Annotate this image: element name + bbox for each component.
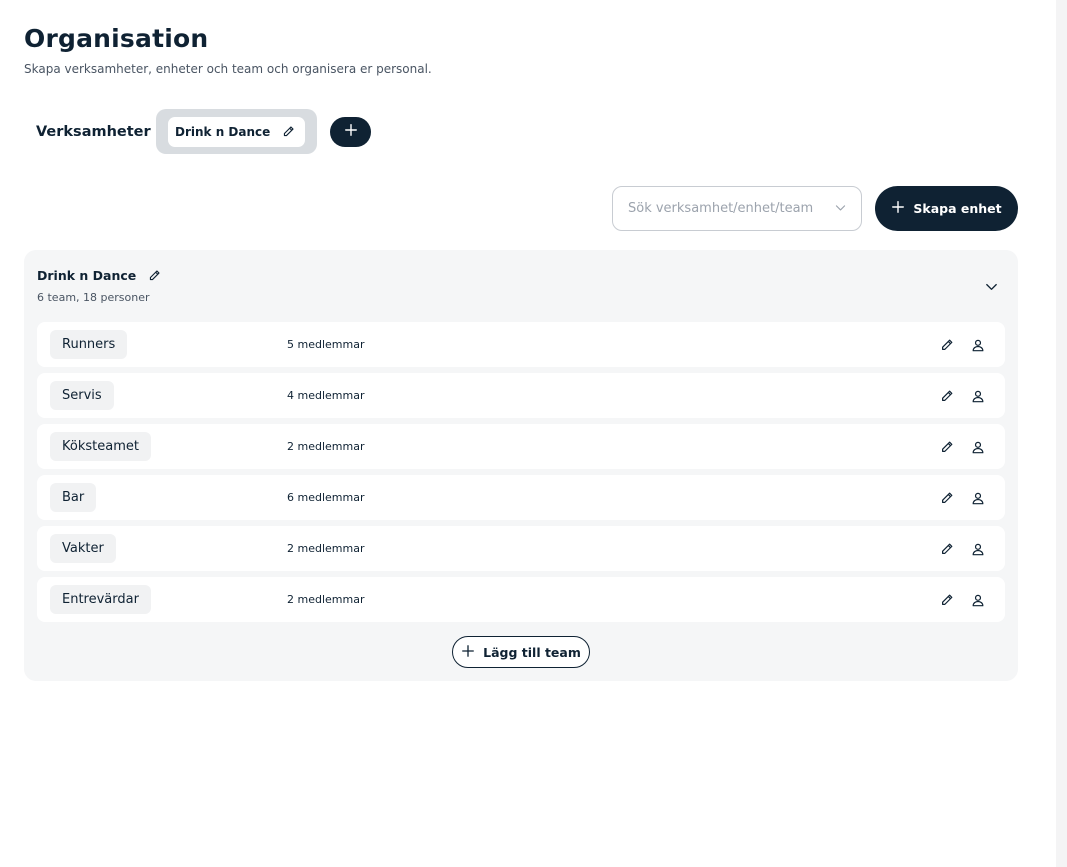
- team-row: Servis 4 medlemmar: [37, 373, 1005, 418]
- team-member-count: 2 medlemmar: [287, 542, 365, 555]
- user-icon[interactable]: [971, 593, 985, 607]
- user-icon[interactable]: [971, 542, 985, 556]
- toolbar: Sök verksamhet/enhet/team Skapa enhet: [612, 186, 1018, 231]
- team-actions: [940, 389, 985, 403]
- business-tabs: Drink n Dance: [156, 109, 318, 154]
- user-icon[interactable]: [971, 338, 985, 352]
- team-name: Runners: [50, 330, 128, 359]
- create-unit-button[interactable]: Skapa enhet: [875, 186, 1018, 231]
- team-member-count: 2 medlemmar: [287, 593, 365, 606]
- add-team-button[interactable]: Lägg till team: [452, 636, 590, 668]
- chevron-down-icon[interactable]: [982, 277, 1000, 295]
- businesses-row: Verksamheter Drink n Dance: [24, 109, 372, 154]
- scrollbar[interactable]: [1056, 0, 1067, 867]
- team-member-count: 2 medlemmar: [287, 440, 365, 453]
- team-row: Runners 5 medlemmar: [37, 322, 1005, 367]
- unit-card: Drink n Dance 6 team, 18 personer Runner…: [24, 250, 1018, 681]
- team-actions: [940, 491, 985, 505]
- team-row: Entrevärdar 2 medlemmar: [37, 577, 1005, 622]
- search-placeholder: Sök verksamhet/enhet/team: [628, 201, 814, 216]
- pencil-icon[interactable]: [940, 593, 954, 607]
- business-tab-label: Drink n Dance: [175, 124, 271, 139]
- team-name: Bar: [50, 483, 97, 512]
- create-unit-label: Skapa enhet: [913, 201, 1002, 216]
- pencil-icon[interactable]: [940, 491, 954, 505]
- pencil-icon[interactable]: [940, 338, 954, 352]
- team-row: Vakter 2 medlemmar: [37, 526, 1005, 571]
- team-name: Servis: [50, 381, 114, 410]
- pencil-icon[interactable]: [148, 269, 161, 282]
- team-member-count: 4 medlemmar: [287, 389, 365, 402]
- search-select[interactable]: Sök verksamhet/enhet/team: [612, 186, 862, 231]
- page-subtitle: Skapa verksamheter, enheter och team och…: [24, 62, 432, 76]
- add-business-button[interactable]: [330, 116, 372, 147]
- pencil-icon[interactable]: [940, 440, 954, 454]
- unit-meta: 6 team, 18 personer: [37, 291, 150, 304]
- team-name: Köksteamet: [50, 432, 151, 461]
- team-row: Bar 6 medlemmar: [37, 475, 1005, 520]
- unit-header: Drink n Dance 6 team, 18 personer: [37, 268, 161, 304]
- add-team-label: Lägg till team: [483, 644, 581, 660]
- team-actions: [940, 593, 985, 607]
- pencil-icon[interactable]: [940, 389, 954, 403]
- user-icon[interactable]: [971, 440, 985, 454]
- team-name: Vakter: [50, 534, 116, 563]
- chevron-down-icon: [834, 199, 847, 218]
- user-icon[interactable]: [971, 389, 985, 403]
- team-row: Köksteamet 2 medlemmar: [37, 424, 1005, 469]
- unit-name-row: Drink n Dance: [37, 268, 161, 283]
- unit-name: Drink n Dance: [37, 268, 137, 283]
- team-actions: [940, 542, 985, 556]
- plus-icon: [344, 122, 358, 141]
- team-name: Entrevärdar: [50, 585, 151, 614]
- pencil-icon[interactable]: [940, 542, 954, 556]
- team-list: Runners 5 medlemmar Servis 4 medlemmar K…: [37, 322, 1005, 628]
- plus-icon: [891, 199, 905, 218]
- businesses-label: Verksamheter: [36, 123, 151, 140]
- team-member-count: 6 medlemmar: [287, 491, 365, 504]
- team-actions: [940, 440, 985, 454]
- user-icon[interactable]: [971, 491, 985, 505]
- plus-icon: [461, 643, 475, 662]
- pencil-icon[interactable]: [282, 125, 295, 138]
- business-tab-drink-n-dance[interactable]: Drink n Dance: [168, 116, 306, 147]
- page-title: Organisation: [24, 24, 209, 53]
- team-member-count: 5 medlemmar: [287, 338, 365, 351]
- team-actions: [940, 338, 985, 352]
